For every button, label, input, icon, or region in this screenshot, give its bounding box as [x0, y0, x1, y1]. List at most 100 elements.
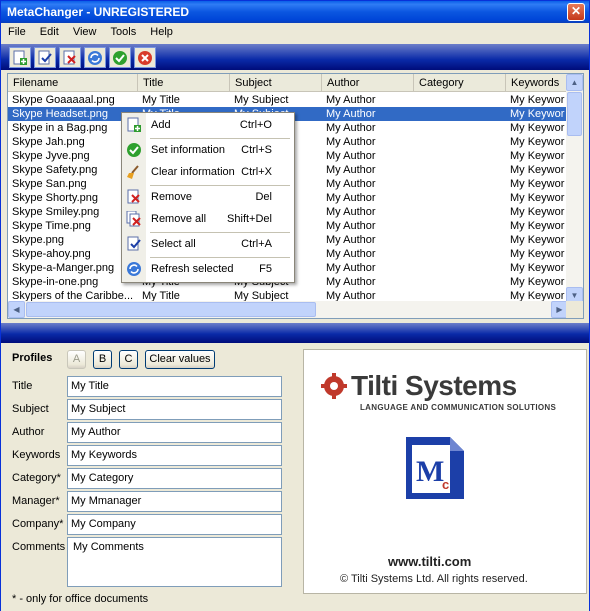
table-cell: My Subject	[234, 94, 289, 106]
table-cell: Skype.png	[12, 234, 64, 246]
table-cell: My Keywor	[510, 192, 565, 204]
profile-b-button[interactable]: B	[93, 350, 112, 369]
subject-label: Subject	[12, 403, 49, 415]
table-cell: My Author	[326, 248, 376, 260]
table-cell: My Keywor	[510, 262, 565, 274]
add-file-icon	[127, 117, 141, 132]
profile-a-button[interactable]: A	[67, 350, 86, 369]
table-cell: My Author	[326, 164, 376, 176]
context-refresh-selected[interactable]: Refresh selected F5	[122, 258, 294, 280]
menu-tools[interactable]: Tools	[107, 23, 141, 41]
add-file-icon	[13, 50, 27, 65]
title-field[interactable]: My Title	[67, 376, 282, 397]
table-cell: Skype Safety.png	[12, 164, 98, 176]
vertical-scrollbar[interactable]: ▲ ▼	[566, 74, 583, 304]
author-label: Author	[12, 426, 45, 438]
table-cell: Skype Time.png	[12, 220, 91, 232]
table-cell: Skype Jah.png	[12, 136, 85, 148]
table-cell: Skype Smiley.png	[12, 206, 100, 218]
context-select-all-shortcut: Ctrl+A	[241, 238, 272, 250]
context-set-information-shortcut: Ctrl+S	[241, 144, 272, 156]
scroll-thumb[interactable]	[567, 92, 582, 136]
table-cell: My Author	[326, 220, 376, 232]
table-cell: My Keywor	[510, 164, 565, 176]
table-cell: My Keywor	[510, 108, 565, 120]
refresh-icon	[88, 51, 102, 65]
table-cell	[414, 191, 506, 205]
toolbar-select-all-button[interactable]	[34, 47, 56, 68]
category-field[interactable]: My Category	[67, 468, 282, 489]
context-clear-information[interactable]: Clear information Ctrl+X	[122, 161, 294, 183]
comments-field[interactable]: My Comments	[67, 537, 282, 587]
toolbar-refresh-button[interactable]	[84, 47, 106, 68]
manager-field[interactable]: My Mmanager	[67, 491, 282, 512]
table-cell	[414, 107, 506, 121]
column-header-keywords[interactable]: Keywords	[506, 74, 568, 92]
refresh-icon	[127, 262, 141, 276]
panel-splitter[interactable]	[1, 323, 589, 343]
clear-values-button[interactable]: Clear values	[145, 350, 215, 369]
context-menu: Add Ctrl+O Set information Ctrl+S Clear …	[121, 112, 295, 283]
menu-view[interactable]: View	[69, 23, 101, 41]
keywords-field[interactable]: My Keywords	[67, 445, 282, 466]
menu-file[interactable]: File	[4, 23, 30, 41]
horizontal-scrollbar[interactable]: ◀ ▶	[8, 301, 568, 318]
comments-label: Comments	[12, 541, 66, 553]
context-remove-all[interactable]: Remove all Shift+Del	[122, 208, 294, 230]
company-url[interactable]: www.tilti.com	[388, 554, 471, 569]
scroll-up-button[interactable]: ▲	[566, 74, 583, 91]
table-cell	[414, 121, 506, 135]
column-header-author[interactable]: Author	[322, 74, 414, 92]
column-header-category[interactable]: Category	[414, 74, 506, 92]
svg-text:c: c	[442, 477, 449, 492]
category-label: Category*	[12, 472, 61, 484]
hscroll-thumb[interactable]	[26, 302, 316, 317]
app-window: MetaChanger - UNREGISTERED ✕ File Edit V…	[0, 0, 590, 611]
table-cell: Skype Headset.png	[12, 108, 109, 120]
column-header-filename[interactable]: Filename	[8, 74, 138, 92]
scroll-left-button[interactable]: ◀	[8, 301, 25, 318]
column-header-subject[interactable]: Subject	[230, 74, 322, 92]
company-gear-logo-icon	[321, 373, 347, 399]
table-cell: My Author	[326, 136, 376, 148]
menu-help[interactable]: Help	[146, 23, 177, 41]
author-field[interactable]: My Author	[67, 422, 282, 443]
menu-edit[interactable]: Edit	[36, 23, 63, 41]
context-select-all[interactable]: Select all Ctrl+A	[122, 233, 294, 255]
table-cell: My Keywor	[510, 136, 565, 148]
title-label: Title	[12, 380, 33, 392]
table-cell	[414, 247, 506, 261]
table-cell: My Keywor	[510, 276, 565, 288]
table-cell: My Author	[326, 192, 376, 204]
file-list[interactable]: Filename Title Subject Author Category K…	[7, 73, 584, 319]
context-remove-all-label: Remove all	[151, 213, 207, 225]
close-button[interactable]: ✕	[567, 3, 585, 21]
context-remove[interactable]: Remove Del	[122, 186, 294, 208]
toolbar-clear-button[interactable]	[134, 47, 156, 68]
title-bar[interactable]: MetaChanger - UNREGISTERED ✕	[1, 1, 589, 23]
context-add-shortcut: Ctrl+O	[239, 119, 272, 131]
toolbar	[1, 44, 589, 70]
toolbar-add-button[interactable]	[9, 47, 31, 68]
select-all-icon	[38, 50, 52, 65]
table-cell	[414, 135, 506, 149]
table-cell: My Author	[326, 122, 376, 134]
context-set-information[interactable]: Set information Ctrl+S	[122, 139, 294, 161]
subject-field[interactable]: My Subject	[67, 399, 282, 420]
column-header-title[interactable]: Title	[138, 74, 230, 92]
details-panel: Profiles A B C Clear values Title My Tit…	[1, 343, 589, 611]
table-cell: My Author	[326, 262, 376, 274]
table-cell: My Keywor	[510, 248, 565, 260]
company-field[interactable]: My Company	[67, 514, 282, 535]
table-cell	[414, 177, 506, 191]
table-cell: My Author	[326, 150, 376, 162]
profile-c-button[interactable]: C	[119, 350, 138, 369]
context-add[interactable]: Add Ctrl+O	[122, 114, 294, 136]
table-cell: Skype Jyve.png	[12, 150, 90, 162]
toolbar-set-info-button[interactable]	[109, 47, 131, 68]
table-cell: My Keywor	[510, 94, 565, 106]
table-cell: My Keywor	[510, 178, 565, 190]
toolbar-remove-button[interactable]	[59, 47, 81, 68]
context-select-all-label: Select all	[151, 238, 196, 250]
table-row[interactable]: Skype Goaaaaal.png My Title My Subject My A…	[8, 93, 568, 107]
